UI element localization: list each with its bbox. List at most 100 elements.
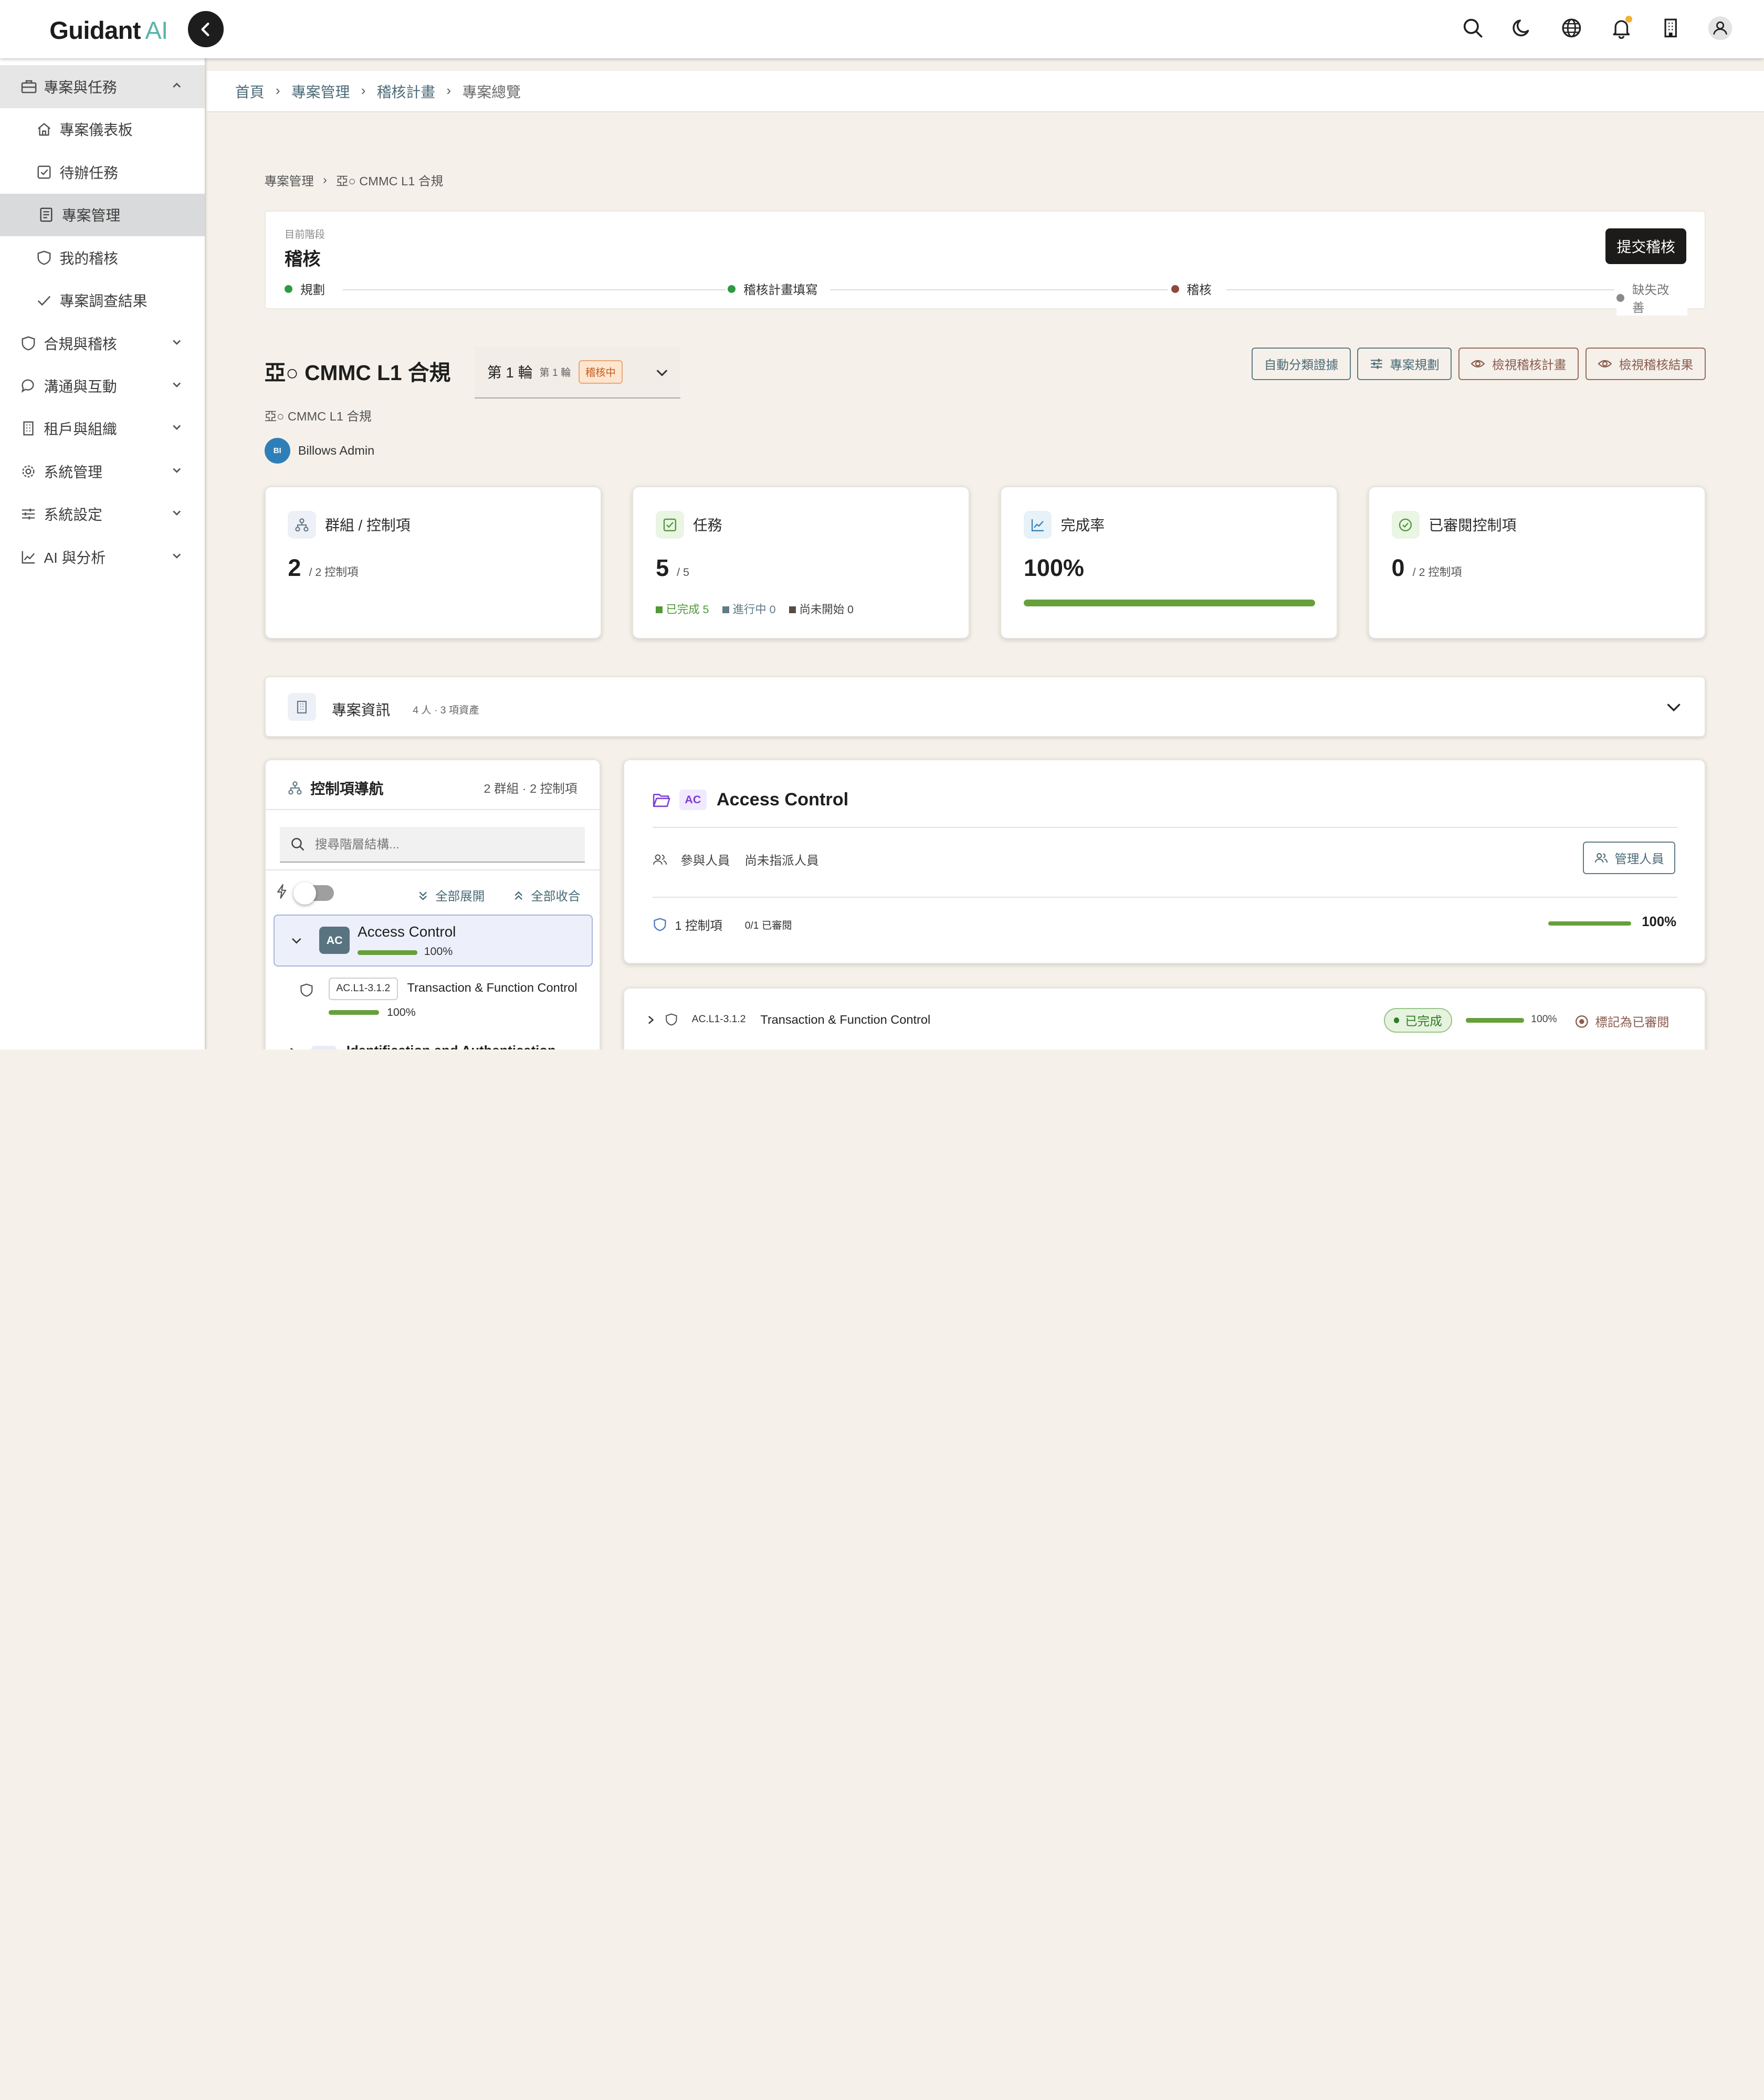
sidebar-item-dashboard[interactable]: 專案儀表板 bbox=[0, 108, 205, 151]
button-label: 管理人員 bbox=[1614, 852, 1664, 866]
chevron-down-icon bbox=[171, 507, 182, 518]
divider bbox=[652, 896, 1677, 898]
info-meta: 4 人 · 3 項資產 bbox=[413, 705, 479, 716]
breadcrumb-audit-plan[interactable]: 稽核計畫 bbox=[377, 81, 435, 102]
sidebar-group-compliance[interactable]: 合規與稽核 bbox=[0, 322, 205, 364]
stat-value: 2 / 2 控制項 bbox=[288, 554, 358, 582]
chevron-down-icon bbox=[171, 465, 182, 476]
app-root: Guidant AI 專案與任務 專案儀表板 待辦任務 專案管理 我的稽核 專案… bbox=[0, 0, 1764, 1050]
sidebar-group-projects[interactable]: 專案與任務 bbox=[0, 65, 205, 108]
sidebar-group-label: 租戶與組織 bbox=[44, 421, 117, 438]
globe-icon bbox=[1562, 18, 1581, 38]
search-input[interactable] bbox=[314, 837, 563, 852]
language-button[interactable] bbox=[1559, 14, 1584, 43]
control-navigation-panel: 控制項導航 2 群組 · 2 控制項 全部展開 全部收合 bbox=[264, 759, 601, 1050]
sidebar-item-label: 專案調查結果 bbox=[59, 293, 148, 310]
stat-card-tasks: 任務 5 / 5 已完成 5 進行中 0 尚未開始 0 bbox=[632, 486, 970, 639]
collapse-all-button[interactable]: 全部收合 bbox=[513, 886, 581, 904]
sidebar-item-findings[interactable]: 專案調查結果 bbox=[0, 279, 205, 321]
sidebar-item-tasks[interactable]: 待辦任務 bbox=[0, 151, 205, 193]
stat-number: 0 bbox=[1391, 554, 1405, 582]
breadcrumb-project-management[interactable]: 專案管理 bbox=[291, 81, 350, 102]
chevron-right-icon[interactable] bbox=[646, 1014, 656, 1025]
tree-group-access-control[interactable]: AC Access Control 100% bbox=[273, 914, 593, 967]
project-info-panel[interactable]: 專案資訊 4 人 · 3 項資產 bbox=[264, 676, 1706, 737]
tree-tools: 全部展開 全部收合 bbox=[277, 881, 586, 906]
status-badge: 稽核中 bbox=[579, 360, 623, 384]
chat-icon bbox=[20, 377, 37, 394]
panel-count: 2 群組 · 2 控制項 bbox=[484, 781, 578, 795]
control-name: Transaction & Function Control bbox=[407, 981, 578, 995]
profile-button[interactable] bbox=[1708, 14, 1732, 43]
divider bbox=[652, 826, 1677, 828]
stat-value: 0 / 2 控制項 bbox=[1392, 554, 1462, 582]
manage-members-button[interactable]: 管理人員 bbox=[1583, 841, 1675, 874]
stat-card-completion: 完成率 100% bbox=[1000, 486, 1338, 639]
step-remediation: 缺失改善 bbox=[1616, 280, 1688, 316]
view-audit-results-button[interactable]: 檢視稽核結果 bbox=[1585, 348, 1706, 381]
phase-value: 稽核 bbox=[284, 249, 321, 269]
sidebar-group-settings[interactable]: 系統設定 bbox=[0, 492, 205, 535]
controls-summary: 1 控制項 0/1 已審閱 bbox=[653, 916, 792, 933]
sidebar-group-ai[interactable]: AI 與分析 bbox=[0, 536, 205, 578]
sidebar-collapse-button[interactable] bbox=[187, 11, 224, 47]
building-icon bbox=[1664, 18, 1677, 38]
user-icon bbox=[1708, 16, 1732, 40]
group-name: Access Control bbox=[358, 923, 456, 940]
sidebar-group-tenants[interactable]: 租戶與組織 bbox=[0, 407, 205, 450]
mark-reviewed-button[interactable]: 標記為已審閱 bbox=[1575, 1012, 1670, 1030]
avatar: BI bbox=[264, 437, 290, 464]
participants-label: 參與人員 bbox=[680, 853, 730, 867]
auto-classify-evidence-button[interactable]: 自動分類證據 bbox=[1252, 348, 1351, 381]
button-label: 標記為已審閱 bbox=[1595, 1015, 1670, 1030]
sidebar-item-label: 待辦任務 bbox=[59, 164, 118, 181]
tree-control-item[interactable]: AC.L1-3.1.2 Transaction & Function Contr… bbox=[299, 977, 592, 1023]
stat-title: 已審閱控制項 bbox=[1429, 517, 1517, 534]
stat-number: 2 bbox=[288, 554, 301, 582]
organization-button[interactable] bbox=[1658, 14, 1683, 43]
search-button[interactable] bbox=[1460, 14, 1485, 43]
view-audit-plan-button[interactable]: 檢視稽核計畫 bbox=[1458, 348, 1579, 381]
submit-audit-button[interactable]: 提交稽核 bbox=[1605, 228, 1687, 265]
sidebar-group-communication[interactable]: 溝通與互動 bbox=[0, 364, 205, 407]
theme-toggle-button[interactable] bbox=[1510, 14, 1535, 43]
sidebar-item-label: 專案管理 bbox=[61, 207, 121, 224]
expand-all-button[interactable]: 全部展開 bbox=[417, 886, 485, 904]
chevron-down-icon bbox=[171, 337, 182, 348]
brand-logo[interactable]: Guidant AI bbox=[49, 16, 168, 45]
stat-head: 任務 bbox=[656, 510, 722, 539]
folder-open-icon bbox=[653, 792, 670, 808]
step-audit: 稽核 bbox=[1171, 280, 1219, 298]
legend-not-started: 尚未開始 0 bbox=[789, 601, 854, 617]
project-planning-button[interactable]: 專案規劃 bbox=[1357, 348, 1452, 381]
building-icon bbox=[288, 692, 316, 721]
trend-icon bbox=[1023, 510, 1052, 539]
control-row[interactable]: AC.L1-3.1.2 Transaction & Function Contr… bbox=[623, 988, 1706, 1050]
phase-label: 目前階段 bbox=[284, 229, 326, 240]
auto-toggle[interactable] bbox=[293, 881, 334, 905]
group-percent: 100% bbox=[424, 944, 453, 958]
control-code: AC.L1-3.1.2 bbox=[328, 977, 398, 1000]
notifications-button[interactable] bbox=[1609, 14, 1633, 43]
legend-in-progress: 進行中 0 bbox=[722, 601, 776, 617]
button-label: 專案規劃 bbox=[1390, 358, 1440, 372]
round-select[interactable]: 第 1 輪 第 1 輪 稽核中 bbox=[475, 346, 681, 398]
sub-breadcrumb-link[interactable]: 專案管理 bbox=[265, 171, 314, 189]
eye-icon bbox=[1598, 357, 1612, 371]
stat-total: / 2 控制項 bbox=[309, 566, 359, 579]
breadcrumb-home[interactable]: 首頁 bbox=[235, 81, 265, 102]
group-percent: 100% bbox=[1642, 914, 1676, 929]
sidebar-item-my-audits[interactable]: 我的稽核 bbox=[0, 236, 205, 279]
round-small: 第 1 輪 bbox=[539, 368, 571, 379]
gear-icon bbox=[20, 463, 37, 480]
chevron-down-icon bbox=[171, 422, 182, 433]
tree-group-identification[interactable]: Identification and Authentication bbox=[288, 1044, 556, 1050]
project-subtitle: 亞○ CMMC L1 合規 bbox=[264, 409, 372, 423]
sidebar-item-label: 我的稽核 bbox=[59, 250, 118, 267]
sliders-icon bbox=[20, 506, 37, 522]
task-legend: 已完成 5 進行中 0 尚未開始 0 bbox=[656, 601, 854, 617]
step-label: 規劃 bbox=[300, 283, 326, 297]
sidebar-group-system-admin[interactable]: 系統管理 bbox=[0, 450, 205, 492]
sidebar-item-project-management[interactable]: 專案管理 bbox=[0, 193, 205, 236]
legend-done: 已完成 5 bbox=[656, 601, 709, 617]
